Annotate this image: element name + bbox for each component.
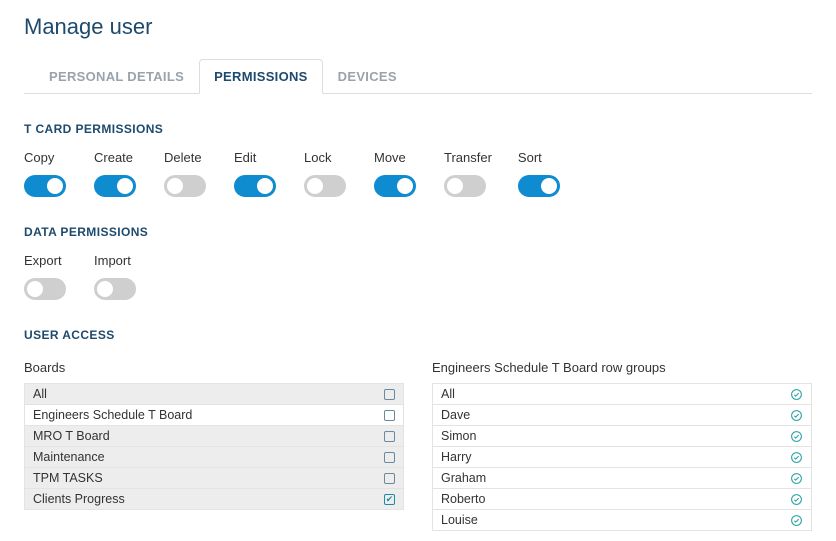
page-title: Manage user: [24, 14, 812, 40]
toggle-label: Import: [94, 253, 138, 268]
toggle-label: Delete: [164, 150, 208, 165]
rowgroup-item[interactable]: Harry: [432, 447, 812, 468]
toggle-switch[interactable]: [24, 278, 66, 300]
section-title-tcard: T CARD PERMISSIONS: [24, 122, 812, 136]
board-item[interactable]: TPM TASKS: [24, 468, 404, 489]
rowgroup-item[interactable]: Dave: [432, 405, 812, 426]
rowgroups-column: Engineers Schedule T Board row groups Al…: [432, 356, 812, 531]
board-item-label: Maintenance: [33, 450, 105, 464]
check-circle-icon[interactable]: [790, 430, 803, 443]
checkbox-icon[interactable]: [384, 431, 395, 442]
board-item-label: TPM TASKS: [33, 471, 103, 485]
rowgroup-item-label: All: [441, 387, 455, 401]
toggle-label: Lock: [304, 150, 348, 165]
tcard-toggle-transfer: Transfer: [444, 150, 492, 197]
rowgroup-item[interactable]: Simon: [432, 426, 812, 447]
toggle-switch[interactable]: [24, 175, 66, 197]
toggle-knob: [97, 281, 113, 297]
rowgroup-item[interactable]: Graham: [432, 468, 812, 489]
tcard-toggle-create: Create: [94, 150, 138, 197]
boards-title: Boards: [24, 360, 404, 375]
board-item-label: All: [33, 387, 47, 401]
rowgroup-item-label: Roberto: [441, 492, 485, 506]
rowgroup-item-label: Graham: [441, 471, 486, 485]
checkbox-icon[interactable]: [384, 452, 395, 463]
toggle-switch[interactable]: [234, 175, 276, 197]
check-circle-icon[interactable]: [790, 472, 803, 485]
board-item[interactable]: MRO T Board: [24, 426, 404, 447]
board-item[interactable]: Clients Progress ✔: [24, 489, 404, 510]
toggle-knob: [541, 178, 557, 194]
toggle-switch[interactable]: [164, 175, 206, 197]
toggle-knob: [397, 178, 413, 194]
board-item-label: MRO T Board: [33, 429, 110, 443]
toggle-label: Create: [94, 150, 138, 165]
toggle-switch[interactable]: [304, 175, 346, 197]
data-toggle-row: Export Import: [24, 253, 812, 300]
rowgroup-item[interactable]: Roberto: [432, 489, 812, 510]
board-item-label: Clients Progress: [33, 492, 125, 506]
rowgroup-item-label: Harry: [441, 450, 472, 464]
boards-list: All Engineers Schedule T Board MRO T Board…: [24, 383, 404, 510]
tcard-toggle-delete: Delete: [164, 150, 208, 197]
toggle-switch[interactable]: [94, 278, 136, 300]
checkbox-icon[interactable]: ✔: [384, 494, 395, 505]
check-circle-icon[interactable]: [790, 493, 803, 506]
board-item[interactable]: Maintenance: [24, 447, 404, 468]
toggle-switch[interactable]: [374, 175, 416, 197]
rowgroups-title: Engineers Schedule T Board row groups: [432, 360, 812, 375]
tcard-toggle-copy: Copy: [24, 150, 68, 197]
toggle-label: Transfer: [444, 150, 492, 165]
user-access-columns: Boards All Engineers Schedule T Board MRO …: [24, 356, 812, 531]
tcard-toggle-lock: Lock: [304, 150, 348, 197]
tcard-toggle-edit: Edit: [234, 150, 278, 197]
tcard-toggle-move: Move: [374, 150, 418, 197]
rowgroup-item[interactable]: All: [432, 383, 812, 405]
toggle-switch[interactable]: [94, 175, 136, 197]
toggle-label: Move: [374, 150, 418, 165]
check-circle-icon[interactable]: [790, 388, 803, 401]
toggle-knob: [47, 178, 63, 194]
tab-devices[interactable]: DEVICES: [323, 59, 412, 94]
rowgroup-item[interactable]: Louise: [432, 510, 812, 531]
checkbox-icon[interactable]: [384, 410, 395, 421]
toggle-label: Sort: [518, 150, 562, 165]
boards-column: Boards All Engineers Schedule T Board MRO …: [24, 356, 404, 531]
section-title-data: DATA PERMISSIONS: [24, 225, 812, 239]
toggle-label: Copy: [24, 150, 68, 165]
rowgroup-item-label: Dave: [441, 408, 470, 422]
tcard-toggle-row: Copy Create Delete Edit Lock Move Transfer Sort: [24, 150, 812, 197]
rowgroups-list: All Dave Simon Harry Graham Roberto Louise: [432, 383, 812, 531]
checkbox-icon[interactable]: [384, 473, 395, 484]
rowgroup-item-label: Louise: [441, 513, 478, 527]
section-title-access: USER ACCESS: [24, 328, 812, 342]
toggle-label: Edit: [234, 150, 278, 165]
data-toggle-export: Export: [24, 253, 68, 300]
toggle-knob: [447, 178, 463, 194]
tab-personal-details[interactable]: PERSONAL DETAILS: [34, 59, 199, 94]
tcard-toggle-sort: Sort: [518, 150, 562, 197]
toggle-knob: [27, 281, 43, 297]
rowgroup-item-label: Simon: [441, 429, 476, 443]
tab-permissions[interactable]: PERMISSIONS: [199, 59, 323, 94]
check-circle-icon[interactable]: [790, 409, 803, 422]
check-circle-icon[interactable]: [790, 514, 803, 527]
toggle-knob: [117, 178, 133, 194]
checkbox-icon[interactable]: [384, 389, 395, 400]
toggle-knob: [307, 178, 323, 194]
board-item-label: Engineers Schedule T Board: [33, 408, 192, 422]
board-item[interactable]: All: [24, 383, 404, 405]
board-item[interactable]: Engineers Schedule T Board: [24, 405, 404, 426]
data-toggle-import: Import: [94, 253, 138, 300]
toggle-knob: [257, 178, 273, 194]
check-circle-icon[interactable]: [790, 451, 803, 464]
tab-bar: PERSONAL DETAILSPERMISSIONSDEVICES: [24, 58, 812, 94]
toggle-label: Export: [24, 253, 68, 268]
toggle-switch[interactable]: [444, 175, 486, 197]
toggle-switch[interactable]: [518, 175, 560, 197]
toggle-knob: [167, 178, 183, 194]
